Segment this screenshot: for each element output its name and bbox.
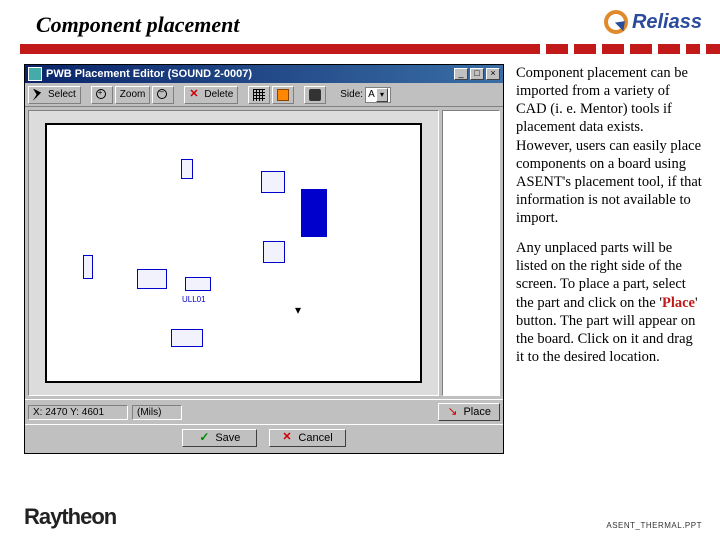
slide-title: Component placement	[36, 12, 240, 38]
delete-label: Delete	[204, 89, 233, 100]
brand-logo: Reliass	[604, 10, 702, 34]
component[interactable]	[83, 255, 93, 279]
status-bar: X: 2470 Y: 4601 (Mils) ↘ Place	[25, 399, 503, 424]
paragraph-2: Any unplaced parts will be listed on the…	[516, 239, 702, 366]
divider-bar	[20, 44, 720, 54]
close-button[interactable]: ×	[486, 68, 500, 80]
select-label: Select	[48, 89, 76, 100]
cancel-button-label: Cancel	[298, 432, 332, 444]
chevron-down-icon: ▾	[376, 88, 388, 102]
place-icon: ↘	[447, 406, 459, 418]
place-button-label: Place	[463, 406, 491, 418]
brand-logo-text: Reliass	[632, 11, 702, 34]
save-button[interactable]: ✓ Save	[182, 429, 257, 447]
workspace: ULL01 ▾	[25, 107, 503, 399]
zoom-label: Zoom	[120, 89, 146, 100]
side-value: A	[368, 89, 375, 100]
place-keyword: Place	[662, 295, 695, 311]
grid-button[interactable]	[248, 86, 270, 104]
maximize-button[interactable]: □	[470, 68, 484, 80]
component[interactable]	[301, 189, 327, 237]
zoom-in-icon	[96, 89, 108, 101]
layers-button[interactable]	[272, 86, 294, 104]
cancel-button[interactable]: ✕ Cancel	[269, 429, 345, 447]
component[interactable]	[171, 329, 203, 347]
delete-button[interactable]: ✕ Delete	[184, 86, 238, 104]
zoom-in-button[interactable]	[91, 86, 113, 104]
component[interactable]	[137, 269, 167, 289]
find-button[interactable]	[304, 86, 326, 104]
component[interactable]	[181, 159, 193, 179]
paragraph-1: Component placement can be imported from…	[516, 64, 702, 227]
pwb-editor-window: PWB Placement Editor (SOUND 2-0007) _ □ …	[24, 64, 504, 454]
window-titlebar: PWB Placement Editor (SOUND 2-0007) _ □ …	[25, 65, 503, 83]
zoom-out-button[interactable]	[152, 86, 174, 104]
select-button[interactable]: Select	[28, 86, 81, 104]
cursor-icon: ▾	[295, 303, 301, 317]
window-title: PWB Placement Editor (SOUND 2-0007)	[46, 68, 452, 80]
x-icon: ✕	[189, 89, 201, 101]
toolbar: Select Zoom ✕ Delete Side: A ▾	[25, 83, 503, 107]
status-units: (Mils)	[132, 405, 182, 420]
save-button-label: Save	[215, 432, 240, 444]
component[interactable]	[185, 277, 211, 291]
zoom-button[interactable]: Zoom	[115, 86, 151, 104]
body-text: Component placement can be imported from…	[516, 64, 702, 514]
footer-filename: ASENT_THERMAL.PPT	[606, 521, 702, 530]
brand-logo-icon	[604, 10, 628, 34]
grid-icon	[253, 89, 265, 101]
app-icon	[28, 67, 42, 81]
component[interactable]	[261, 171, 285, 193]
action-row: ✓ Save ✕ Cancel	[25, 424, 503, 453]
board-outline: ULL01 ▾	[45, 123, 422, 383]
unplaced-parts-list[interactable]	[442, 110, 500, 396]
layers-icon	[277, 89, 289, 101]
board-canvas[interactable]: ULL01 ▾	[28, 110, 439, 396]
component-label: ULL01	[182, 295, 206, 304]
status-x: X: 2470 Y: 4601	[28, 405, 128, 420]
check-icon: ✓	[199, 432, 211, 444]
place-button[interactable]: ↘ Place	[438, 403, 500, 421]
binoculars-icon	[309, 89, 321, 101]
raytheon-logo: Raytheon	[24, 504, 116, 530]
cancel-x-icon: ✕	[282, 432, 294, 444]
component[interactable]	[263, 241, 285, 263]
pointer-icon	[33, 89, 45, 101]
side-select[interactable]: A ▾	[365, 87, 391, 103]
side-label: Side:	[340, 89, 363, 100]
minimize-button[interactable]: _	[454, 68, 468, 80]
zoom-out-icon	[157, 89, 169, 101]
